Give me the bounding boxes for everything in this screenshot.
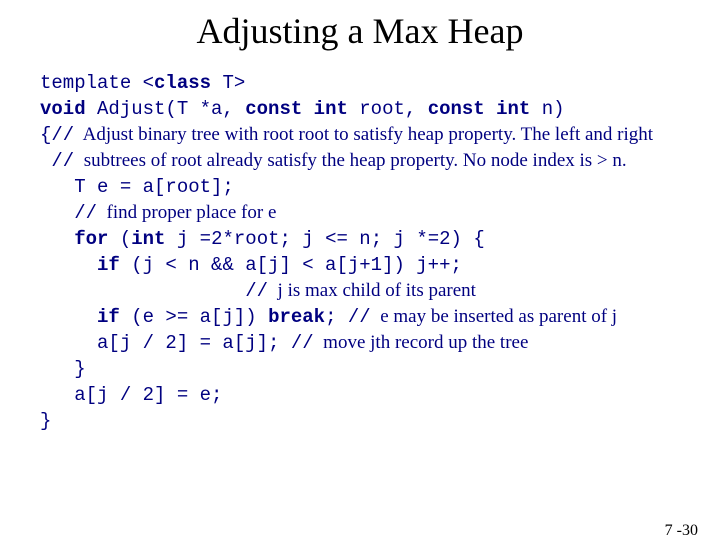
comment: subtrees of root already satisfy the hea… [74, 150, 626, 171]
code-line: void Adjust(T *a, const int root, const … [40, 96, 690, 122]
code-line: template <class T> [40, 70, 690, 96]
code-line: if (e >= a[j]) break; // e may be insert… [40, 304, 690, 330]
comment: Adjust binary tree with root root to sat… [74, 124, 653, 145]
comment: j is max child of its parent [268, 280, 476, 301]
code-line: for (int j =2*root; j <= n; j *=2) { [40, 226, 690, 252]
code-line: a[j / 2] = e; [40, 382, 690, 408]
page-number: 7 -30 [665, 522, 698, 540]
code-line: // j is max child of its parent [40, 278, 690, 304]
comment: find proper place for e [97, 202, 276, 223]
code-block: template <class T> void Adjust(T *a, con… [0, 70, 720, 434]
code-line: T e = a[root]; [40, 174, 690, 200]
code-line: } [40, 356, 690, 382]
comment: e may be inserted as parent of j [371, 306, 617, 327]
code-line: // find proper place for e [40, 200, 690, 226]
code-line: // subtrees of root already satisfy the … [40, 148, 690, 174]
page-title: Adjusting a Max Heap [0, 10, 720, 52]
code-line: } [40, 408, 690, 434]
comment: move jth record up the tree [314, 332, 529, 353]
code-line: if (j < n && a[j] < a[j+1]) j++; [40, 252, 690, 278]
code-line: a[j / 2] = a[j]; // move jth record up t… [40, 330, 690, 356]
code-line: {// Adjust binary tree with root root to… [40, 122, 690, 148]
